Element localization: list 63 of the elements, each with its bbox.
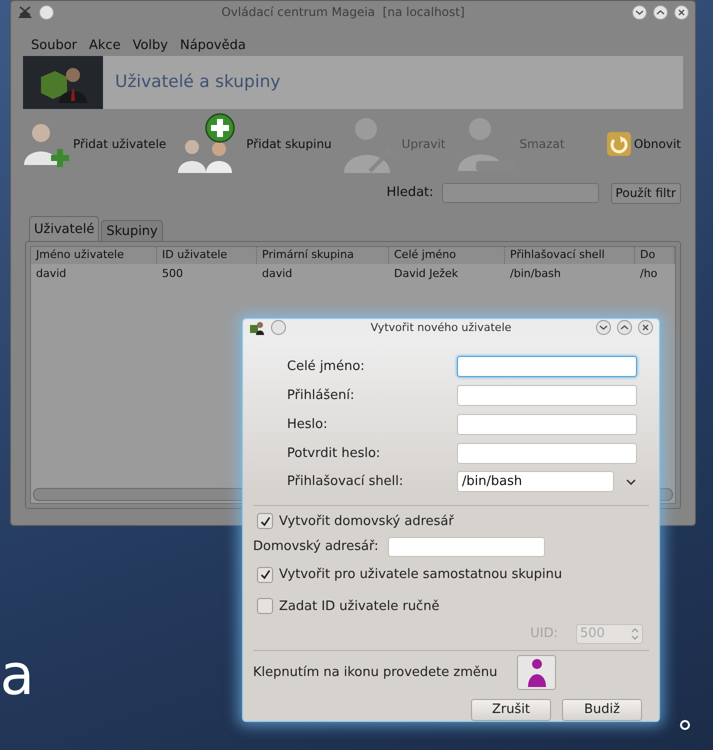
app-icon xyxy=(249,320,265,335)
table-cell-text: /ho xyxy=(639,266,658,282)
banner-title: Uživatelé a skupiny xyxy=(115,70,280,94)
icon-hint: Klepnutím na ikonu provedete změnu xyxy=(253,664,498,682)
checkbox-label: Vytvořit domovský adresář xyxy=(279,512,454,531)
column-header[interactable]: Jméno uživatele xyxy=(31,247,157,264)
minimize-button[interactable] xyxy=(596,320,611,336)
input-field[interactable] xyxy=(456,356,637,378)
table-cell-text: /bin/bash xyxy=(509,266,562,282)
wallpaper-text: a xyxy=(0,648,34,704)
search-field[interactable] xyxy=(442,183,599,203)
table-cell-text: david xyxy=(261,266,294,282)
window-title: Ovládací centrum Mageia [na localhost] xyxy=(220,4,466,21)
refresh-icon xyxy=(606,131,632,157)
close-button[interactable] xyxy=(674,4,689,20)
toolbar-button[interactable]: Obnovit xyxy=(606,131,685,157)
dialog-title: Vytvořit nového uživatele xyxy=(370,320,512,336)
checkbox-label: Zadat ID uživatele ručně xyxy=(279,598,440,616)
avatar-button[interactable] xyxy=(517,655,556,690)
dialog-button[interactable]: Zrušit xyxy=(471,699,551,721)
search-label: Hledat: xyxy=(386,184,434,202)
input-field[interactable] xyxy=(456,443,637,464)
column-header[interactable]: Do xyxy=(635,247,675,264)
input-field[interactable] xyxy=(388,537,546,558)
column-header[interactable]: ID uživatele xyxy=(157,247,257,264)
column-header[interactable]: Přihlašovací shell xyxy=(505,247,635,264)
chevron-down-icon[interactable] xyxy=(626,478,636,485)
checkbox[interactable] xyxy=(257,566,273,583)
tab[interactable]: Skupiny xyxy=(101,220,163,241)
field-label: Celé jméno: xyxy=(287,358,366,376)
maximize-button[interactable] xyxy=(617,320,632,336)
checkbox[interactable] xyxy=(257,513,273,530)
toolbar-button[interactable]: Přidat skupinu xyxy=(174,113,336,175)
field-label: Přihlašovací shell: xyxy=(287,473,404,492)
column-header[interactable]: Celé jméno xyxy=(389,247,505,264)
menu-item[interactable]: Volby xyxy=(132,36,168,56)
field-label: Přihlášení: xyxy=(287,387,356,406)
app-icon xyxy=(17,5,33,19)
person-icon xyxy=(526,658,548,688)
field-label: Potvrdit heslo: xyxy=(287,445,382,464)
banner-icon xyxy=(23,56,103,109)
table-cell-text: david xyxy=(35,266,68,282)
toolbar-button[interactable]: Přidat uživatele xyxy=(21,119,170,169)
input-field[interactable] xyxy=(456,385,637,406)
menu-item[interactable]: Akce xyxy=(89,36,121,56)
menu-item[interactable]: Nápověda xyxy=(180,36,246,56)
tab[interactable]: Uživatelé xyxy=(29,216,100,241)
minimize-button[interactable] xyxy=(632,4,647,20)
pin-button[interactable] xyxy=(39,4,54,20)
column-header[interactable]: Primární skupina xyxy=(257,247,389,264)
dialog-button[interactable]: Budiž xyxy=(562,699,642,721)
filter-button[interactable]: Použít filtr xyxy=(610,182,681,204)
input-field[interactable] xyxy=(456,414,637,436)
field-label: Heslo: xyxy=(287,416,328,434)
table-cell-text: 500 xyxy=(161,266,184,282)
checkbox[interactable] xyxy=(257,598,273,614)
menu-item[interactable]: Soubor xyxy=(31,36,77,56)
table-cell-text: David Ježek xyxy=(393,266,460,282)
shell-combo[interactable]: /bin/bash xyxy=(457,471,614,492)
maximize-button[interactable] xyxy=(653,4,668,20)
close-button[interactable] xyxy=(638,320,653,336)
checkbox-label: Vytvořit pro uživatele samostatnou skupinu xyxy=(279,566,562,584)
field-label: Domovský adresář: xyxy=(253,538,378,556)
